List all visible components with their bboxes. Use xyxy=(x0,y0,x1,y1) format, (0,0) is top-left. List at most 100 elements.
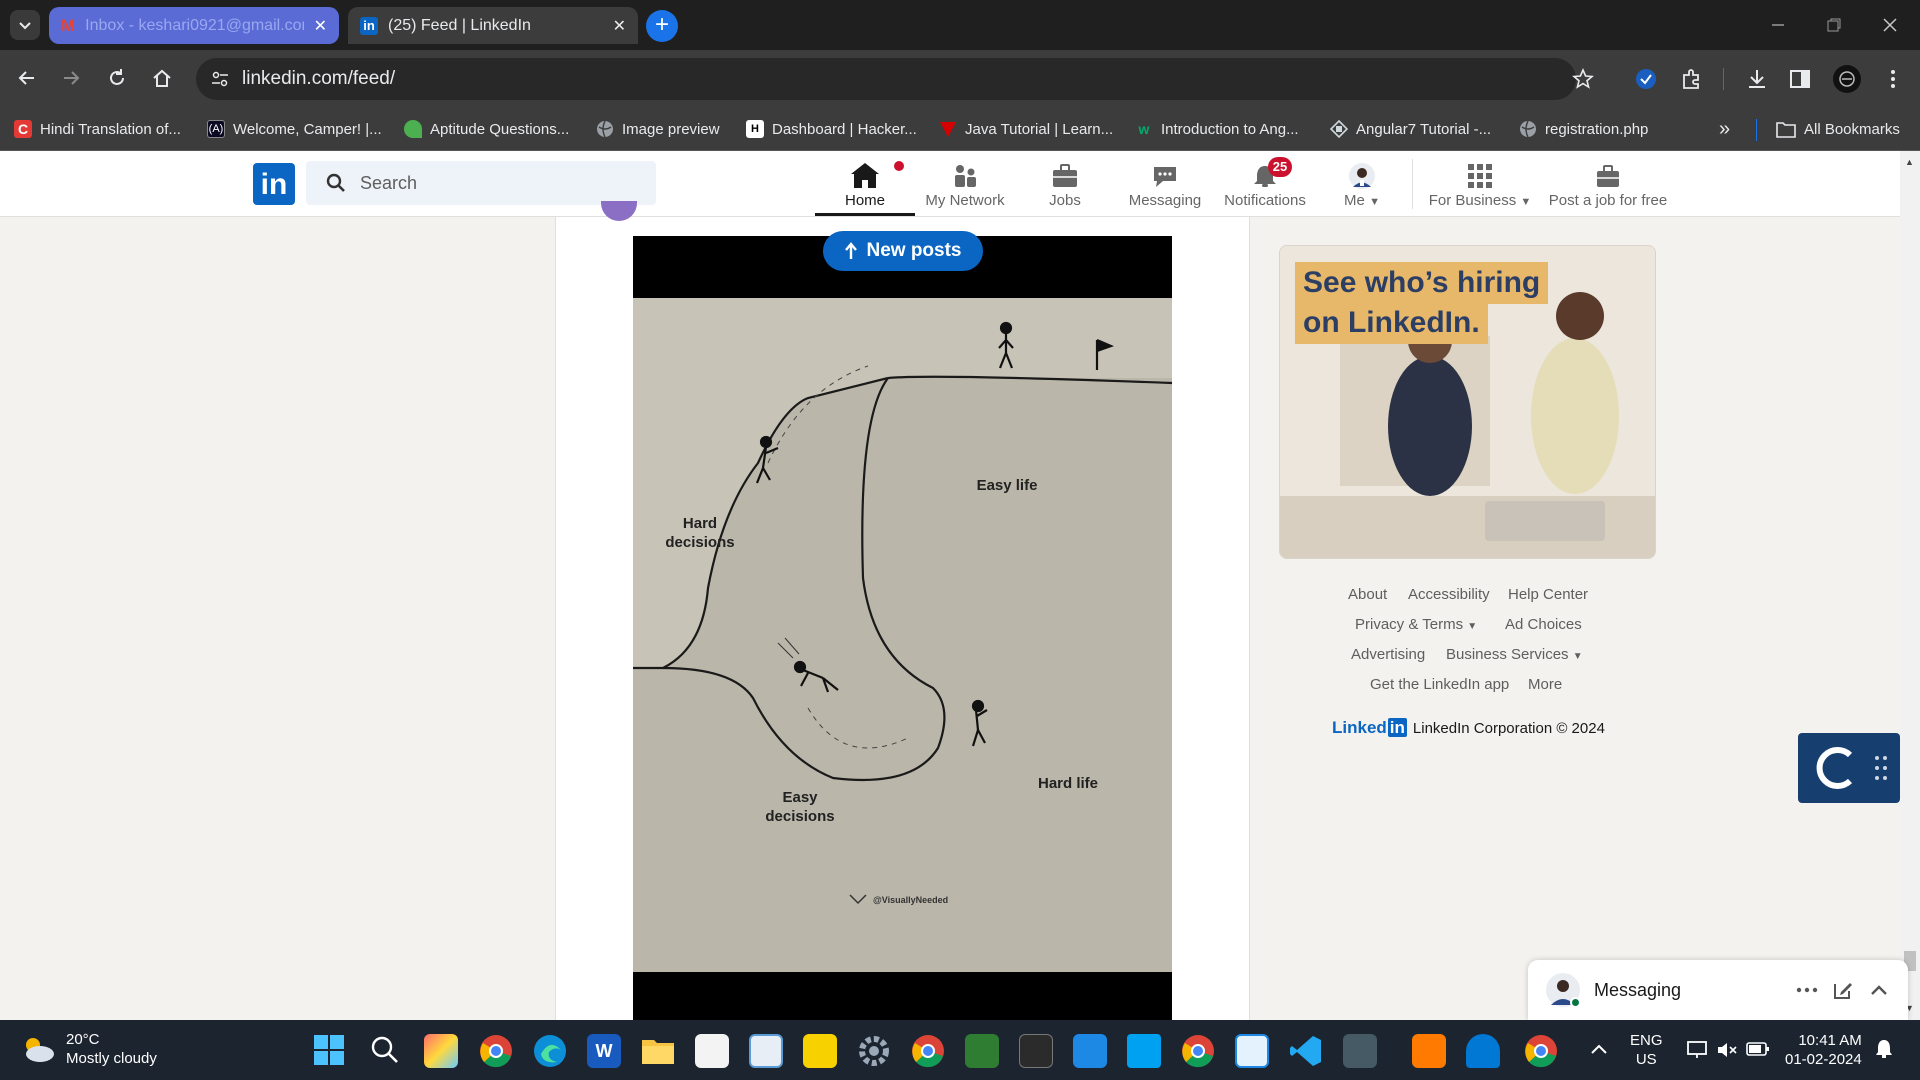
footer-business-services-link[interactable]: Business Services ▼ xyxy=(1446,646,1583,663)
home-button[interactable] xyxy=(146,62,178,94)
vscode-app-icon[interactable] xyxy=(1289,1034,1323,1068)
footer-more-link[interactable]: More xyxy=(1528,676,1562,693)
language-indicator[interactable]: ENG US xyxy=(1630,1031,1663,1069)
edge-app-icon[interactable] xyxy=(533,1034,567,1068)
onedrive-app-icon[interactable] xyxy=(1466,1034,1500,1068)
post-author-avatar[interactable] xyxy=(601,201,637,221)
chrome-app-icon[interactable] xyxy=(479,1034,513,1068)
nav-jobs[interactable]: Jobs xyxy=(1030,157,1100,215)
reload-button[interactable] xyxy=(101,62,133,94)
taskbar-search-icon[interactable] xyxy=(370,1035,400,1065)
profile-avatar-icon xyxy=(1833,65,1861,93)
downloads-button[interactable] xyxy=(1740,62,1774,96)
footer-accessibility-link[interactable]: Accessibility xyxy=(1408,586,1490,603)
side-panel-button[interactable] xyxy=(1783,62,1817,96)
network-status-icon[interactable] xyxy=(1686,1040,1708,1060)
bookmark-item[interactable]: Java Tutorial | Learn... xyxy=(939,117,1113,141)
linkedin-global-nav: in Search Home My Network Jobs Messaging xyxy=(0,151,1920,217)
settings-gear-icon[interactable] xyxy=(857,1034,891,1068)
chevron-up-icon[interactable] xyxy=(1590,1042,1608,1056)
chrome-app-icon[interactable] xyxy=(1524,1034,1558,1068)
close-icon[interactable]: ✕ xyxy=(613,16,626,36)
file-explorer-icon[interactable] xyxy=(641,1034,675,1068)
nav-notifications[interactable]: Notifications xyxy=(1220,157,1310,215)
linkedin-logo[interactable]: in xyxy=(253,163,295,205)
store-app-icon[interactable] xyxy=(695,1034,729,1068)
star-icon[interactable] xyxy=(1572,68,1594,90)
remote-desktop-icon[interactable] xyxy=(1235,1034,1269,1068)
footer-help-center-link[interactable]: Help Center xyxy=(1508,586,1588,603)
tab-linkedin[interactable]: in (25) Feed | LinkedIn ✕ xyxy=(348,7,638,44)
chevron-up-icon[interactable] xyxy=(1868,979,1890,1001)
messaging-overlay-bar[interactable]: Messaging xyxy=(1528,960,1908,1020)
address-bar[interactable]: linkedin.com/feed/ xyxy=(196,58,1594,100)
minimize-button[interactable] xyxy=(1750,0,1806,50)
freecodecamp-icon: (A) xyxy=(207,120,225,138)
word-app-icon[interactable]: W xyxy=(587,1034,621,1068)
volume-muted-icon[interactable] xyxy=(1716,1040,1738,1060)
nav-post-job[interactable]: Post a job for free xyxy=(1543,157,1673,215)
new-tab-button[interactable]: + xyxy=(646,10,678,42)
compose-message-icon[interactable] xyxy=(1832,979,1854,1001)
nav-for-business[interactable]: For Business ▼ xyxy=(1425,157,1535,215)
snip-app-icon[interactable] xyxy=(1127,1034,1161,1068)
ad-headline-2: on LinkedIn. xyxy=(1295,302,1488,344)
system-clock[interactable]: 10:41 AM 01-02-2024 xyxy=(1785,1031,1862,1069)
more-bookmarks-button[interactable]: » xyxy=(1719,117,1730,141)
copilot-app-icon[interactable] xyxy=(424,1034,458,1068)
page-scrollbar[interactable]: ▲ ▼ xyxy=(1900,151,1920,1020)
chrome-app-icon[interactable] xyxy=(911,1034,945,1068)
extension-check-button[interactable] xyxy=(1629,62,1663,96)
bookmark-item[interactable]: (A) Welcome, Camper! |... xyxy=(207,117,382,141)
sticky-notes-icon[interactable] xyxy=(803,1034,837,1068)
terminal-app-icon[interactable] xyxy=(1019,1034,1053,1068)
footer-about-link[interactable]: About xyxy=(1348,586,1387,603)
extensions-button[interactable] xyxy=(1675,62,1709,96)
nav-messaging[interactable]: Messaging xyxy=(1120,157,1210,215)
bookmark-item[interactable]: C Hindi Translation of... xyxy=(14,117,181,141)
close-icon xyxy=(1883,18,1897,32)
nav-me[interactable]: Me ▼ xyxy=(1332,157,1392,215)
tab-search-button[interactable] xyxy=(10,10,40,40)
footer-advertising-link[interactable]: Advertising xyxy=(1351,646,1425,663)
chrome-menu-button[interactable] xyxy=(1876,62,1910,96)
close-window-button[interactable] xyxy=(1862,0,1918,50)
caret-down-icon: ▼ xyxy=(1572,651,1583,662)
more-options-icon[interactable] xyxy=(1796,986,1818,994)
restore-button[interactable] xyxy=(1806,0,1862,50)
calendar-app-icon[interactable] xyxy=(1073,1034,1107,1068)
back-button[interactable] xyxy=(11,62,43,94)
bookmark-item[interactable]: Angular7 Tutorial -... xyxy=(1330,117,1491,141)
windows-start-icon[interactable] xyxy=(314,1035,344,1065)
git-app-icon[interactable] xyxy=(1412,1034,1446,1068)
hiring-ad[interactable]: See who’s hiring on LinkedIn. xyxy=(1279,245,1656,559)
bookmark-item[interactable]: Image preview xyxy=(596,117,720,141)
footer-ad-choices-link[interactable]: Ad Choices xyxy=(1505,616,1582,633)
close-icon[interactable]: ✕ xyxy=(314,16,327,36)
nav-my-network[interactable]: My Network xyxy=(915,157,1015,215)
notification-bell-icon[interactable] xyxy=(1874,1038,1894,1060)
scroll-up-icon[interactable]: ▲ xyxy=(1905,157,1914,167)
footer-privacy-terms-link[interactable]: Privacy & Terms ▼ xyxy=(1355,616,1477,633)
tab-gmail[interactable]: M Inbox - keshari0921@gmail.com ✕ xyxy=(49,7,339,44)
bookmark-item[interactable]: w Introduction to Ang... xyxy=(1135,117,1299,141)
nav-home[interactable]: Home xyxy=(830,157,906,215)
photos-app-icon[interactable] xyxy=(965,1034,999,1068)
drag-handle-icon[interactable] xyxy=(1874,755,1888,781)
chrome-app-icon[interactable] xyxy=(1181,1034,1215,1068)
floating-extension-widget[interactable] xyxy=(1798,733,1900,803)
network-app-icon[interactable] xyxy=(1343,1034,1377,1068)
bookmark-item[interactable]: Aptitude Questions... xyxy=(404,117,569,141)
battery-icon[interactable] xyxy=(1746,1041,1770,1057)
footer-get-app-link[interactable]: Get the LinkedIn app xyxy=(1370,676,1509,693)
bookmark-item[interactable]: H Dashboard | Hacker... xyxy=(746,117,917,141)
search-input[interactable]: Search xyxy=(306,161,656,205)
bookmark-item[interactable]: registration.php xyxy=(1519,117,1648,141)
all-bookmarks-button[interactable]: All Bookmarks xyxy=(1776,117,1900,141)
weather-widget[interactable]: 20°C Mostly cloudy xyxy=(20,1030,157,1068)
forward-button[interactable] xyxy=(55,62,87,94)
snipping-tool-icon[interactable] xyxy=(749,1034,783,1068)
profile-button[interactable] xyxy=(1830,62,1864,96)
new-posts-button[interactable]: New posts xyxy=(823,231,983,271)
ad-headline-1: See who’s hiring xyxy=(1295,262,1549,304)
